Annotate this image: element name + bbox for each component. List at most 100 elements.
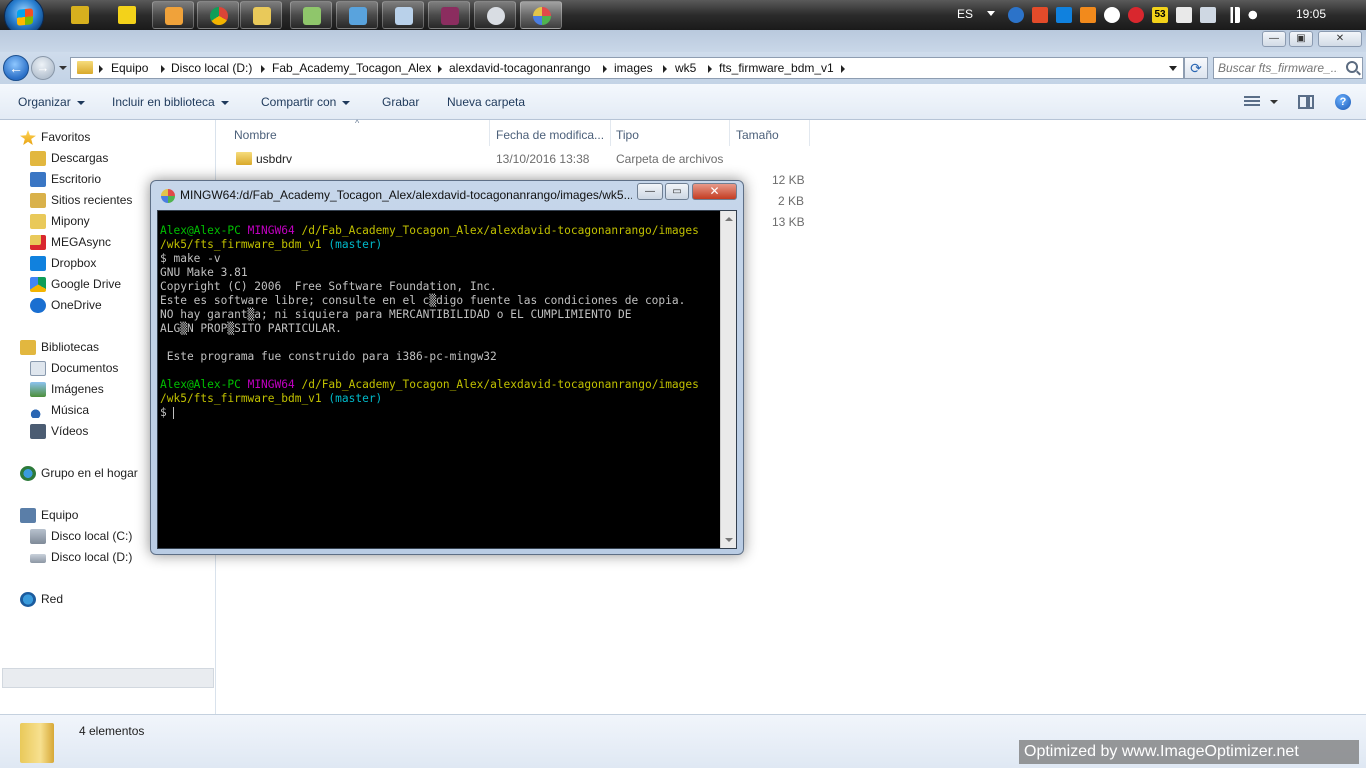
change-view-icon[interactable] <box>1244 96 1260 108</box>
search-box[interactable] <box>1213 57 1363 79</box>
burn-button[interactable]: Grabar <box>382 95 419 109</box>
chevron-right-icon[interactable] <box>603 65 607 73</box>
taskbar-app-button[interactable] <box>290 1 332 29</box>
chevron-right-icon[interactable] <box>663 65 667 73</box>
tray-badge[interactable]: 53 <box>1152 7 1168 23</box>
clock[interactable]: 19:05 <box>1296 7 1326 21</box>
new-folder-button[interactable]: Nueva carpeta <box>447 95 525 109</box>
column-header-type[interactable]: Tipo <box>616 124 639 146</box>
show-hidden-icons-arrow-icon[interactable] <box>987 11 995 16</box>
chevron-right-icon[interactable] <box>841 65 845 73</box>
close-button[interactable]: ✕ <box>1318 31 1362 47</box>
help-icon[interactable]: ? <box>1335 94 1351 110</box>
sidebar-item-megasync[interactable]: MEGAsync <box>30 235 111 250</box>
tray-app-icon[interactable] <box>1080 7 1096 23</box>
sidebar-libraries[interactable]: Bibliotecas <box>20 340 99 355</box>
chevron-right-icon[interactable] <box>99 65 103 73</box>
terminal-minimize-button[interactable]: — <box>637 183 663 200</box>
address-bar[interactable]: Equipo Disco local (D:) Fab_Academy_Toca… <box>70 57 1184 79</box>
maximize-button[interactable]: ▣ <box>1289 31 1313 47</box>
onedrive-icon[interactable] <box>1104 7 1120 23</box>
taskbar-app-button[interactable] <box>474 1 516 29</box>
breadcrumb-repo[interactable]: alexdavid-tocagonanrango <box>449 61 590 75</box>
sidebar-item-dropbox[interactable]: Dropbox <box>30 256 96 271</box>
mintty-taskbar-button[interactable] <box>520 1 562 29</box>
preview-pane-icon[interactable] <box>1298 95 1314 109</box>
sidebar-item-documentos[interactable]: Documentos <box>30 361 118 376</box>
taskbar-app-button[interactable] <box>382 1 424 29</box>
breadcrumb-equipo[interactable]: Equipo <box>111 61 148 75</box>
search-icon[interactable] <box>1346 61 1358 73</box>
sidebar-network[interactable]: Red <box>20 592 63 607</box>
back-arrow-icon[interactable]: ← <box>3 55 29 81</box>
file-name[interactable]: usbdrv <box>256 152 292 166</box>
chrome-taskbar-button[interactable] <box>197 1 239 29</box>
sidebar-item-disco-d[interactable]: Disco local (D:) <box>30 550 132 564</box>
cloud-upload-icon[interactable] <box>1008 7 1024 23</box>
minimize-button[interactable]: — <box>1262 31 1286 47</box>
sidebar-item-sitios-recientes[interactable]: Sitios recientes <box>30 193 132 208</box>
tray-app-icon[interactable] <box>1176 7 1192 23</box>
sidebar-item-escritorio[interactable]: Escritorio <box>30 172 101 187</box>
column-header-size[interactable]: Tamaño <box>736 124 779 146</box>
chevron-right-icon[interactable] <box>261 65 265 73</box>
taskbar-app-icon[interactable] <box>115 3 139 27</box>
sidebar-item-descargas[interactable]: Descargas <box>30 151 108 166</box>
terminal-output[interactable]: Alex@Alex-PC MINGW64 /d/Fab_Academy_Toca… <box>157 210 737 549</box>
search-input[interactable] <box>1218 60 1338 76</box>
column-divider[interactable] <box>729 120 730 146</box>
terminal-window[interactable]: MINGW64:/d/Fab_Academy_Tocagon_Alex/alex… <box>150 180 744 555</box>
sidebar-item-musica[interactable]: Música <box>30 403 89 418</box>
sidebar-item-onedrive[interactable]: OneDrive <box>30 298 102 313</box>
sidebar-homegroup[interactable]: Grupo en el hogar <box>20 466 138 481</box>
terminal-close-button[interactable]: ✕ <box>692 183 737 200</box>
sidebar-favorites[interactable]: Favoritos <box>20 130 90 145</box>
git-bash-icon[interactable] <box>161 189 175 203</box>
taskbar-app-button[interactable] <box>336 1 378 29</box>
scroll-down-arrow-icon[interactable] <box>725 538 733 542</box>
terminal-maximize-button[interactable]: ▭ <box>665 183 689 200</box>
chevron-right-icon[interactable] <box>438 65 442 73</box>
column-header-name[interactable]: Nombre <box>234 124 277 146</box>
column-divider[interactable] <box>489 120 490 146</box>
sidebar-item-mipony[interactable]: Mipony <box>30 214 90 229</box>
sidebar-computer[interactable]: Equipo <box>20 508 78 523</box>
taskbar-app-icon[interactable] <box>68 3 92 27</box>
breadcrumb-fab-academy[interactable]: Fab_Academy_Tocagon_Alex <box>272 61 431 75</box>
megasync-icon[interactable] <box>1128 7 1144 23</box>
scroll-up-arrow-icon[interactable] <box>725 217 733 221</box>
breadcrumb-current-folder[interactable]: fts_firmware_bdm_v1 <box>719 61 834 75</box>
column-divider[interactable] <box>809 120 810 146</box>
chevron-right-icon[interactable] <box>161 65 165 73</box>
breadcrumb-disco-d[interactable]: Disco local (D:) <box>171 61 252 75</box>
tray-app-icon[interactable] <box>1032 7 1048 23</box>
dropbox-icon[interactable] <box>1056 7 1072 23</box>
sidebar-item-videos[interactable]: Vídeos <box>30 424 88 439</box>
sidebar-item-google-drive[interactable]: Google Drive <box>30 277 121 292</box>
language-indicator[interactable]: ES <box>957 7 973 21</box>
address-history-dropdown-icon[interactable] <box>1169 66 1177 71</box>
media-player-taskbar-button[interactable] <box>152 1 194 29</box>
prompt-branch: (master) <box>328 238 383 251</box>
organize-button[interactable]: Organizar <box>18 95 85 109</box>
column-divider[interactable] <box>610 120 611 146</box>
volume-icon[interactable] <box>1248 7 1264 23</box>
view-options-dropdown-icon[interactable] <box>1270 100 1278 104</box>
terminal-scrollbar[interactable] <box>720 211 736 548</box>
breadcrumb-images[interactable]: images <box>614 61 653 75</box>
chevron-right-icon[interactable] <box>708 65 712 73</box>
column-header-date[interactable]: Fecha de modifica... <box>496 124 604 146</box>
recent-pages-dropdown-icon[interactable] <box>59 66 67 70</box>
share-with-button[interactable]: Compartir con <box>261 95 351 109</box>
safely-remove-icon[interactable] <box>1200 7 1216 23</box>
forward-arrow-icon[interactable]: → <box>31 56 55 80</box>
network-signal-icon[interactable] <box>1224 7 1240 23</box>
prompt-user: Alex@Alex-PC <box>160 224 241 237</box>
sidebar-item-disco-c[interactable]: Disco local (C:) <box>30 529 132 544</box>
explorer-taskbar-button[interactable] <box>240 1 282 29</box>
include-in-library-button[interactable]: Incluir en biblioteca <box>112 95 229 109</box>
winrar-taskbar-button[interactable] <box>428 1 470 29</box>
refresh-icon[interactable]: ⟳ <box>1184 57 1208 79</box>
sidebar-item-imagenes[interactable]: Imágenes <box>30 382 104 397</box>
breadcrumb-wk5[interactable]: wk5 <box>675 61 696 75</box>
